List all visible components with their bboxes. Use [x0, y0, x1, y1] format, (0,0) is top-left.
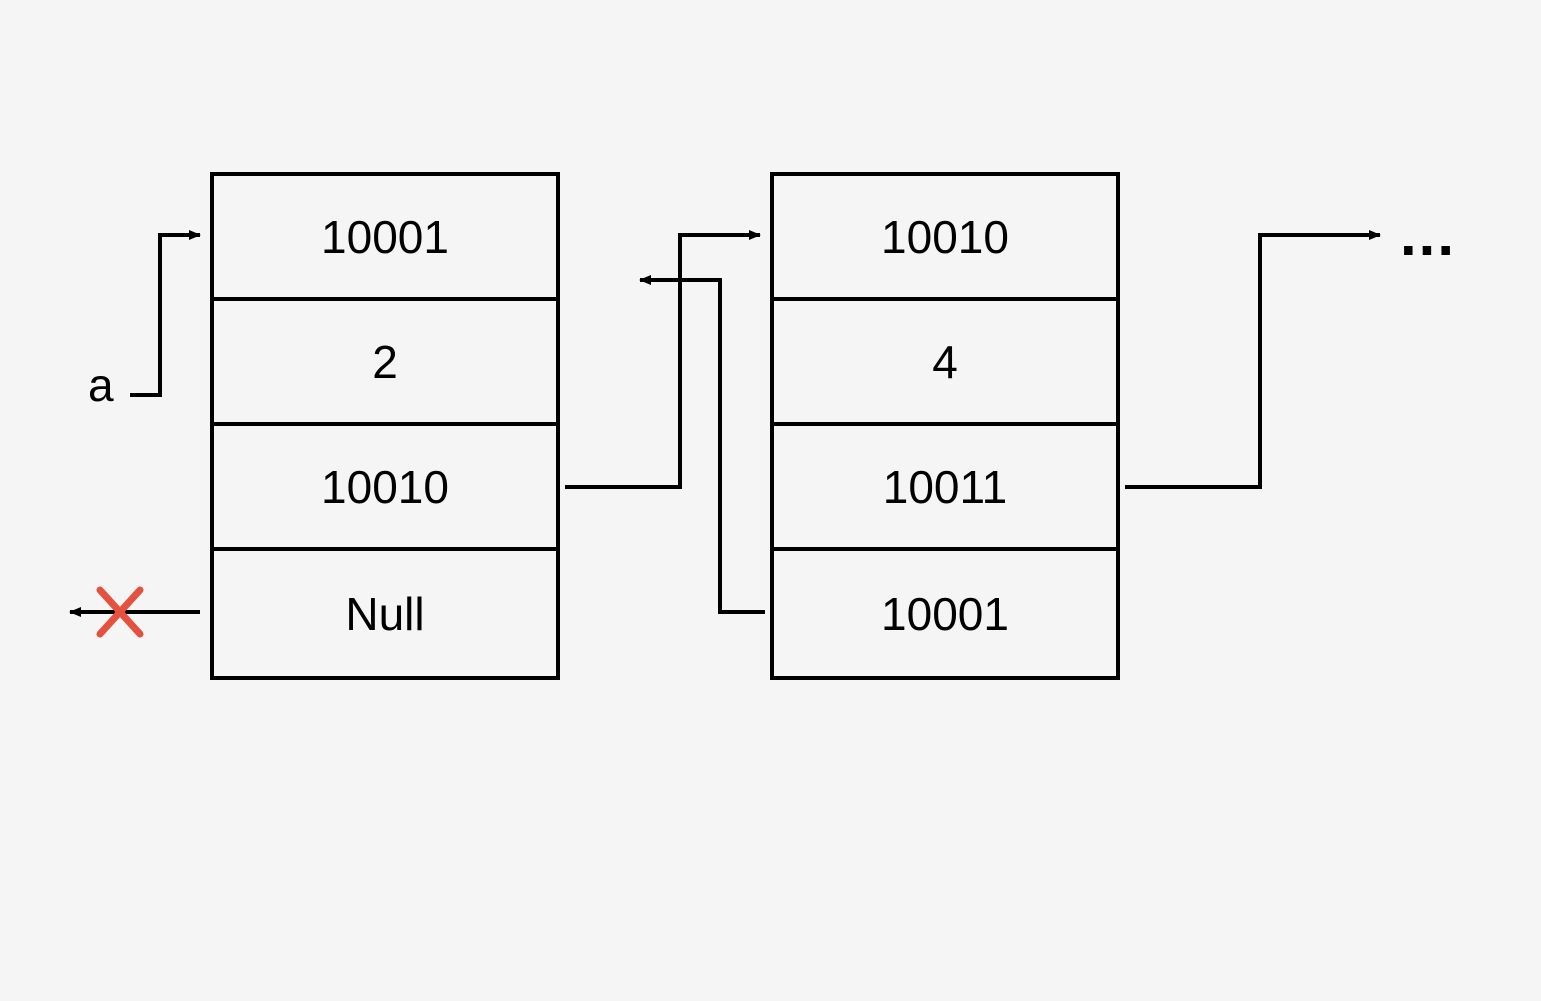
node-2: 10010 4 10011 10001: [770, 172, 1120, 680]
node-1: 10001 2 10010 Null: [210, 172, 560, 680]
arrow-node1-next-to-node2: [565, 235, 760, 487]
node-1-prev: Null: [214, 551, 556, 676]
diagram-canvas: a 10001 2 10010 Null 10010 4 10011 10001…: [0, 0, 1541, 1001]
arrow-node2-prev-to-node1: [640, 280, 765, 612]
null-x-icon: [100, 590, 140, 634]
node-2-next: 10011: [774, 426, 1116, 551]
arrow-a-to-node1: [130, 235, 200, 395]
node-1-value: 2: [214, 301, 556, 426]
node-1-next: 10010: [214, 426, 556, 551]
node-2-addr: 10010: [774, 176, 1116, 301]
node-1-addr: 10001: [214, 176, 556, 301]
arrow-node2-next-to-ellipsis: [1125, 235, 1380, 487]
pointer-label-a: a: [88, 358, 114, 412]
ellipsis-label: ...: [1400, 200, 1456, 269]
node-2-value: 4: [774, 301, 1116, 426]
node-2-prev: 10001: [774, 551, 1116, 676]
